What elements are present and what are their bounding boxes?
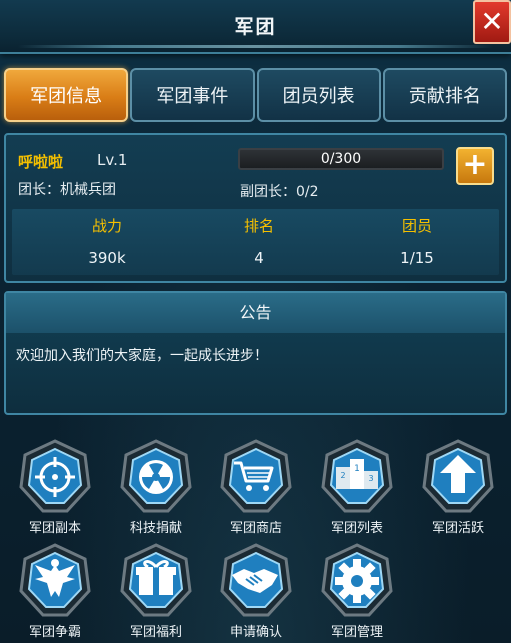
tab-legion-events[interactable]: 军团事件	[130, 68, 255, 122]
legion-exp-bar: 0/300	[238, 148, 444, 170]
vice-leader: 副团长：0/2	[240, 184, 319, 200]
feature-label: 军团副本	[28, 521, 81, 536]
tab-legion-info[interactable]: 军团信息	[4, 68, 129, 122]
notice-header: 公告	[6, 293, 505, 333]
legion-leader: 团长：机械兵团	[18, 182, 116, 198]
svg-text:3: 3	[368, 474, 373, 483]
title-bar: 军团	[0, 0, 511, 54]
feature-label: 科技捐献	[129, 521, 182, 536]
close-button[interactable]: ✕	[473, 0, 511, 44]
legion-name: 呼啦啦	[18, 153, 64, 171]
notice-panel: 公告 欢迎加入我们的大家庭，一起成长进步！	[4, 291, 507, 415]
radiation-icon	[120, 439, 192, 513]
stat-rank-value: 4	[254, 249, 264, 267]
feature-legion-list[interactable]: 1 2 3 军团列表	[309, 437, 405, 537]
handshake-icon	[220, 543, 292, 617]
feature-legion-shop[interactable]: 军团商店	[208, 437, 304, 537]
feature-label: 军团活跃	[431, 521, 484, 536]
shopping-cart-icon	[220, 439, 292, 513]
gear-icon	[321, 543, 393, 617]
feature-label: 军团争霸	[28, 625, 81, 640]
stat-power-label: 战力	[91, 217, 122, 235]
feature-label: 军团商店	[229, 521, 282, 536]
feature-label: 军团列表	[330, 521, 383, 536]
feature-label: 申请确认	[229, 625, 282, 640]
svg-text:2: 2	[340, 471, 345, 480]
add-button[interactable]: +	[456, 147, 494, 185]
feature-label: 军团福利	[129, 625, 182, 640]
feature-label: 军团管理	[330, 625, 383, 640]
close-icon: ✕	[480, 5, 504, 38]
legion-level: Lv.1	[97, 151, 128, 169]
notice-text: 欢迎加入我们的大家庭，一起成长进步！	[16, 348, 268, 364]
window-title: 军团	[234, 16, 277, 38]
podium-icon: 1 2 3	[321, 439, 393, 513]
crosshair-icon	[19, 439, 91, 513]
feature-application-confirm[interactable]: 申请确认	[208, 541, 304, 641]
stat-members-label: 团员	[401, 217, 432, 235]
svg-text:1: 1	[354, 464, 360, 474]
legion-info-panel: 呼啦啦 Lv.1 0/300 + 团长：机械兵团 副团长：0/2 战力 390k…	[4, 133, 507, 283]
tab-bar: 军团信息 军团事件 团员列表 贡献排名	[4, 68, 507, 122]
stat-power-value: 390k	[88, 249, 126, 267]
feature-legion-welfare[interactable]: 军团福利	[108, 541, 204, 641]
gift-icon	[120, 543, 192, 617]
stat-rank-label: 排名	[243, 217, 274, 235]
tab-member-list[interactable]: 团员列表	[256, 68, 381, 122]
feature-legion-activity[interactable]: 军团活跃	[410, 437, 506, 537]
feature-tech-donation[interactable]: 科技捐献	[108, 437, 204, 537]
tab-contribution-ranking[interactable]: 贡献排名	[382, 68, 507, 122]
feature-legion-contest[interactable]: 军团争霸	[7, 541, 103, 641]
stat-members-value: 1/15	[400, 249, 434, 267]
stats-table: 战力 390k 排名 4 团员 1/15	[12, 209, 499, 275]
legion-exp-text: 0/300	[320, 151, 362, 167]
plus-icon: +	[462, 147, 488, 182]
up-arrow-icon	[422, 439, 494, 513]
feature-legion-dungeon[interactable]: 军团副本	[7, 437, 103, 537]
eagle-icon	[19, 543, 91, 617]
feature-legion-management[interactable]: 军团管理	[309, 541, 405, 641]
